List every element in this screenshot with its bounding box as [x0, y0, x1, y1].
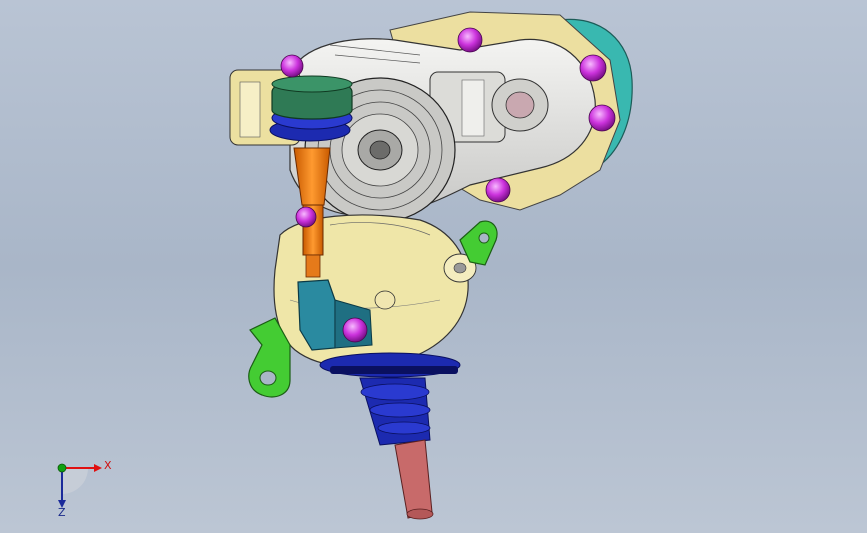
lower-bellows[interactable] — [319, 352, 461, 446]
z-axis-label: Z — [58, 506, 66, 518]
bolt — [579, 54, 607, 82]
bolt — [280, 54, 304, 78]
cad-model[interactable] — [0, 0, 867, 533]
x-axis-label: X — [104, 459, 112, 472]
bolt — [342, 317, 368, 343]
coordinate-triad: X Z — [57, 459, 112, 518]
y-axis — [57, 463, 67, 473]
boot-cap[interactable] — [271, 75, 353, 120]
bolt — [295, 206, 317, 228]
bolt — [485, 177, 511, 203]
bolt — [588, 104, 616, 132]
graphics-viewport[interactable]: X Z — [0, 0, 867, 533]
bolt — [457, 27, 483, 53]
output-shaft[interactable] — [394, 439, 434, 520]
